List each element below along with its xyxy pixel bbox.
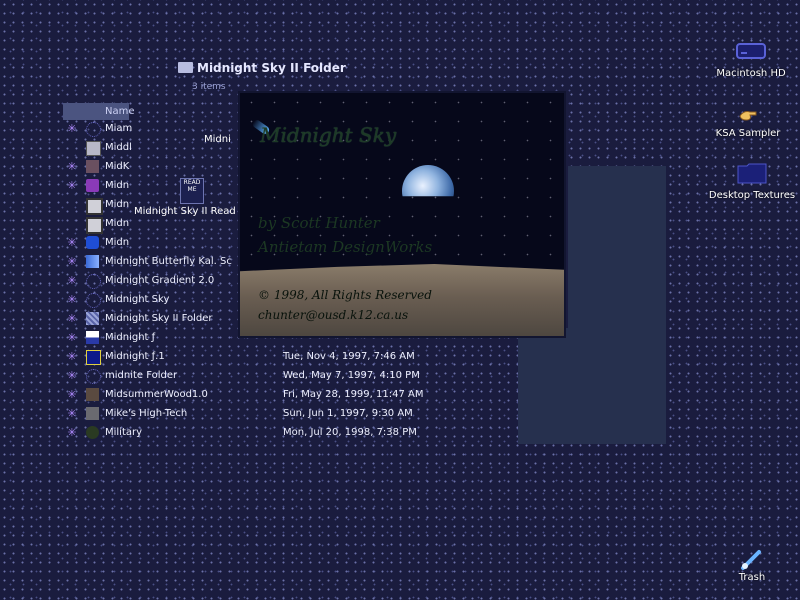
- desktop-textures-icon[interactable]: Desktop Textures: [697, 162, 800, 201]
- butterfly-icon: [86, 255, 99, 268]
- list-item[interactable]: ✳ Mike's High-Tech Sun, Jun 1, 1997, 9:30 …: [64, 404, 484, 423]
- star-icon: ✳: [67, 122, 77, 135]
- document-icon: [86, 217, 103, 234]
- hard-drive-icon: [735, 40, 767, 66]
- midni-label[interactable]: Midni: [204, 134, 231, 145]
- document-icon: [86, 141, 101, 156]
- readme-icon[interactable]: READ ME: [180, 178, 204, 204]
- star-icon: ✳: [67, 426, 77, 439]
- list-item[interactable]: ✳ midnite Folder Wed, May 7, 1997, 4:10 PM: [64, 366, 484, 385]
- star-icon: ✳: [67, 331, 77, 344]
- hand-icon: [732, 108, 764, 126]
- folder-icon: [86, 350, 101, 365]
- background-panel: [518, 328, 666, 444]
- app-icon: [86, 179, 99, 192]
- trash-icon[interactable]: Trash: [697, 548, 800, 583]
- application-icon: [86, 160, 99, 173]
- splash-copyright: © 1998, All Rights Reserved chunter@ousd…: [258, 285, 432, 325]
- window-title[interactable]: Midnight Sky II Folder: [178, 61, 346, 75]
- sparkle-icon: [86, 122, 101, 137]
- star-icon: ✳: [67, 236, 77, 249]
- comet-trash-icon: [736, 548, 768, 570]
- email-text: chunter@ousd.k12.ca.us: [258, 308, 409, 322]
- star-icon: ✳: [67, 179, 77, 192]
- document-icon: [86, 198, 103, 215]
- sparkle-icon: [86, 369, 101, 384]
- star-icon: ✳: [67, 312, 77, 325]
- splash-screen[interactable]: Midnight Sky by Scott Hunter Antietam De…: [238, 91, 566, 338]
- flag-icon: [86, 331, 99, 344]
- folder-icon: [736, 162, 768, 188]
- sparkle-icon: [86, 293, 101, 308]
- items-count: 3 items: [192, 82, 226, 92]
- desktop-textures-label: Desktop Textures: [708, 190, 796, 201]
- byline-author: by Scott Hunter: [258, 214, 380, 232]
- ksa-sampler-label: KSA Sampler: [715, 128, 781, 139]
- splash-byline: by Scott Hunter Antietam DesignWorks: [258, 211, 432, 259]
- star-icon: ✳: [67, 274, 77, 287]
- sparkle-icon: [86, 274, 101, 289]
- folder-icon: [178, 62, 193, 73]
- list-item[interactable]: ✳ Midnight ƒ.1 Tue, Nov 4, 1997, 7:46 AM: [64, 347, 484, 366]
- star-icon: ✳: [67, 350, 77, 363]
- blue-app-icon: [86, 236, 99, 249]
- star-icon: ✳: [67, 255, 77, 268]
- byline-company: Antietam DesignWorks: [258, 238, 433, 256]
- name-column-header[interactable]: Name: [63, 103, 135, 120]
- list-item[interactable]: ✳ MidsummerWood1.0 Fri, May 28, 1999, 11:4…: [64, 385, 484, 404]
- background-panel: [568, 166, 666, 346]
- ksa-sampler-icon[interactable]: KSA Sampler: [693, 108, 800, 139]
- macintosh-hd-icon[interactable]: Macintosh HD: [696, 40, 800, 79]
- star-icon: ✳: [67, 160, 77, 173]
- textured-folder-icon: [86, 312, 99, 325]
- application-icon: [86, 388, 99, 401]
- splash-title: Midnight Sky: [260, 123, 397, 147]
- star-icon: ✳: [67, 369, 77, 382]
- star-icon: ✳: [67, 388, 77, 401]
- trash-label: Trash: [738, 572, 766, 583]
- window-title-text: Midnight Sky II Folder: [197, 61, 346, 75]
- copyright-text: © 1998, All Rights Reserved: [258, 288, 432, 302]
- star-icon: ✳: [67, 293, 77, 306]
- readme-label[interactable]: Midnight Sky II Read: [134, 206, 236, 217]
- folder-icon: [86, 407, 99, 420]
- camouflage-icon: [86, 426, 99, 439]
- macintosh-hd-label: Macintosh HD: [716, 68, 786, 79]
- list-item[interactable]: ✳ Military Mon, Jul 20, 1998, 7:38 PM: [64, 423, 484, 442]
- star-icon: ✳: [67, 407, 77, 420]
